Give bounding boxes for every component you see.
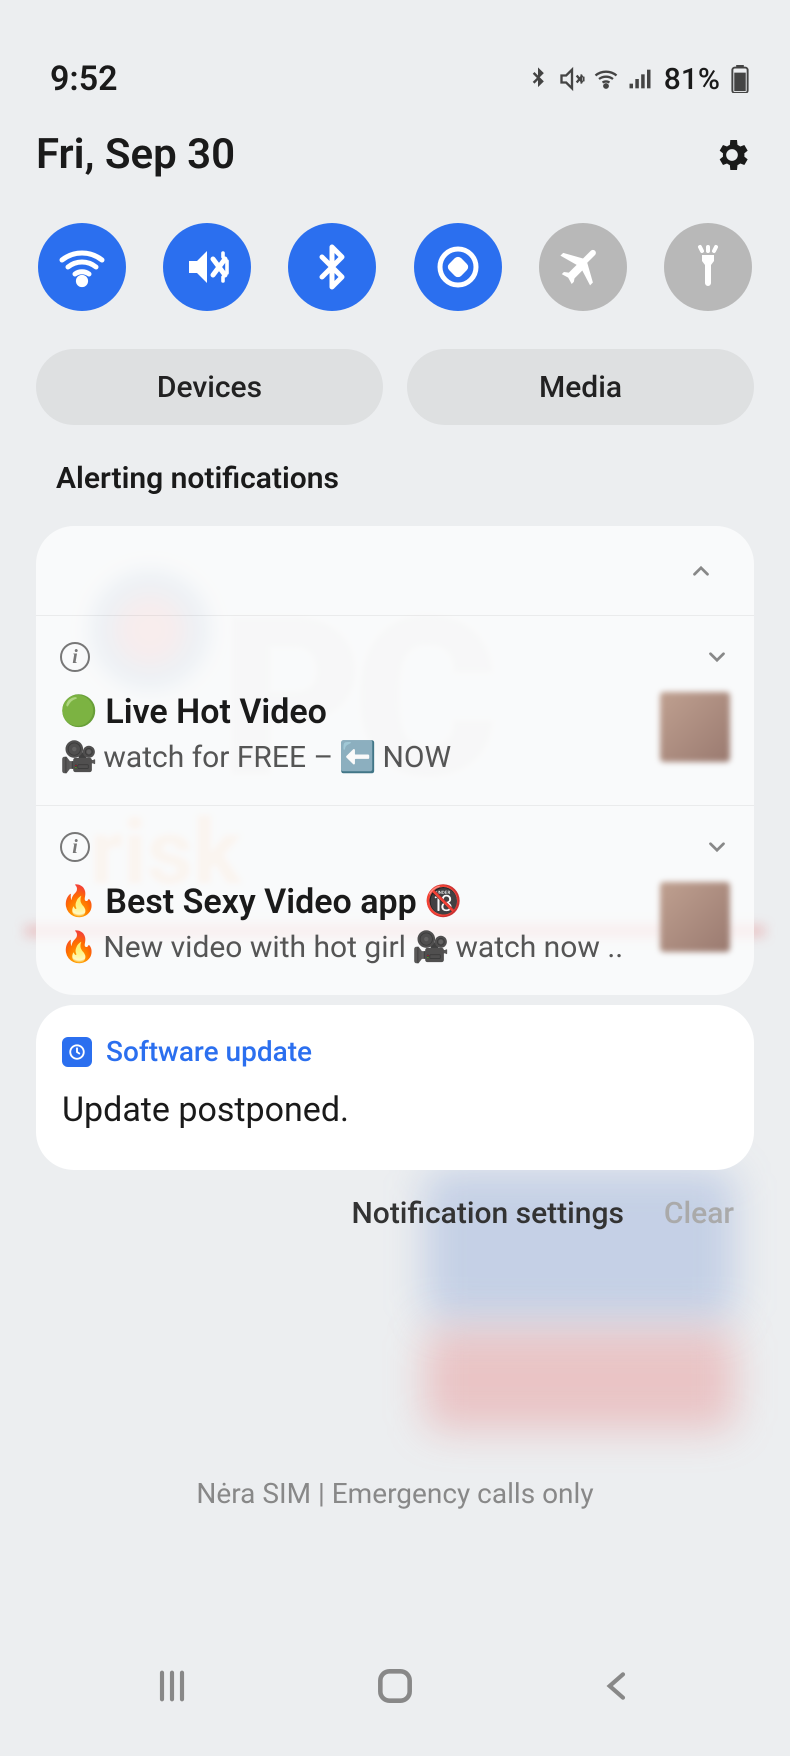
notification-body-text-2: NOW	[383, 740, 452, 775]
mute-icon	[183, 243, 231, 291]
notification-body-text-2: watch now ..	[455, 930, 623, 965]
qs-autorotate-toggle[interactable]	[414, 223, 502, 311]
back-icon	[598, 1666, 638, 1706]
notification-title-text: Live Hot Video	[105, 692, 327, 732]
qs-sound-toggle[interactable]	[163, 223, 251, 311]
notification-item[interactable]: i 🔥 Best Sexy Video app 🔞 🔥 New video wi…	[36, 806, 754, 995]
camera-icon: 🎥	[412, 933, 449, 963]
recents-icon	[152, 1666, 192, 1706]
home-icon	[373, 1664, 417, 1708]
bluetooth-icon	[308, 243, 356, 291]
qs-flashlight-toggle[interactable]	[664, 223, 752, 311]
chevron-down-icon	[704, 644, 730, 670]
settings-button[interactable]	[710, 133, 754, 177]
notification-title-text: Best Sexy Video app	[105, 882, 416, 922]
status-icons: 81%	[524, 62, 754, 97]
mute-vibrate-icon	[558, 65, 586, 93]
notification-body-text: New video with hot girl	[103, 930, 406, 965]
no-under-18-icon: 🔞	[425, 887, 462, 917]
notification-settings-button[interactable]: Notification settings	[352, 1196, 624, 1231]
green-circle-icon: 🟢	[60, 697, 97, 727]
chevron-up-icon	[688, 558, 714, 584]
software-update-notification[interactable]: Software update Update postponed.	[36, 1005, 754, 1170]
notification-group: i 🟢 Live Hot Video 🎥 watch for FREE – ⬅️…	[36, 526, 754, 995]
qs-wifi-toggle[interactable]	[38, 223, 126, 311]
notification-title: 🟢 Live Hot Video	[60, 692, 642, 732]
notification-group-header[interactable]	[36, 526, 754, 616]
home-button[interactable]	[355, 1646, 435, 1726]
notification-body: 🎥 watch for FREE – ⬅️ NOW	[60, 740, 642, 775]
camera-icon: 🎥	[60, 743, 97, 773]
back-button[interactable]	[578, 1646, 658, 1726]
notification-title: 🔥 Best Sexy Video app 🔞	[60, 882, 642, 922]
recents-button[interactable]	[132, 1646, 212, 1726]
info-icon: i	[60, 832, 90, 862]
wifi-icon	[58, 243, 106, 291]
gear-icon	[712, 135, 752, 175]
date-text: Fri, Sep 30	[36, 130, 235, 179]
airplane-icon	[559, 243, 607, 291]
qs-airplane-toggle[interactable]	[539, 223, 627, 311]
clear-button[interactable]: Clear	[664, 1196, 734, 1231]
devices-button[interactable]: Devices	[36, 349, 383, 425]
chevron-down-icon	[704, 834, 730, 860]
alerting-section-title: Alerting notifications	[56, 461, 754, 496]
quick-settings-row	[36, 223, 754, 311]
sim-status-text: Nėra SIM | Emergency calls only	[0, 1477, 790, 1510]
notification-thumbnail	[660, 692, 730, 762]
qs-bluetooth-toggle[interactable]	[288, 223, 376, 311]
notification-body: 🔥 New video with hot girl 🎥 watch now ..	[60, 930, 642, 965]
update-body-text: Update postponed.	[62, 1090, 728, 1130]
flashlight-icon	[684, 243, 732, 291]
bluetooth-icon	[524, 65, 552, 93]
battery-percent: 81%	[664, 62, 720, 97]
notification-body-text: watch for FREE –	[103, 740, 333, 775]
fire-icon: 🔥	[60, 887, 97, 917]
notification-item[interactable]: i 🟢 Live Hot Video 🎥 watch for FREE – ⬅️…	[36, 616, 754, 806]
navigation-bar	[0, 1616, 790, 1756]
battery-icon	[726, 65, 754, 93]
update-app-icon	[62, 1037, 92, 1067]
arrow-left-icon: ⬅️	[339, 743, 376, 773]
status-time: 9:52	[50, 59, 118, 99]
wifi-icon	[592, 65, 620, 93]
update-app-name: Software update	[106, 1035, 312, 1068]
media-button[interactable]: Media	[407, 349, 754, 425]
status-bar: 9:52 81%	[36, 0, 754, 100]
info-icon: i	[60, 642, 90, 672]
signal-icon	[626, 65, 654, 93]
autorotate-icon	[434, 243, 482, 291]
fire-icon: 🔥	[60, 933, 97, 963]
notification-thumbnail	[660, 882, 730, 952]
